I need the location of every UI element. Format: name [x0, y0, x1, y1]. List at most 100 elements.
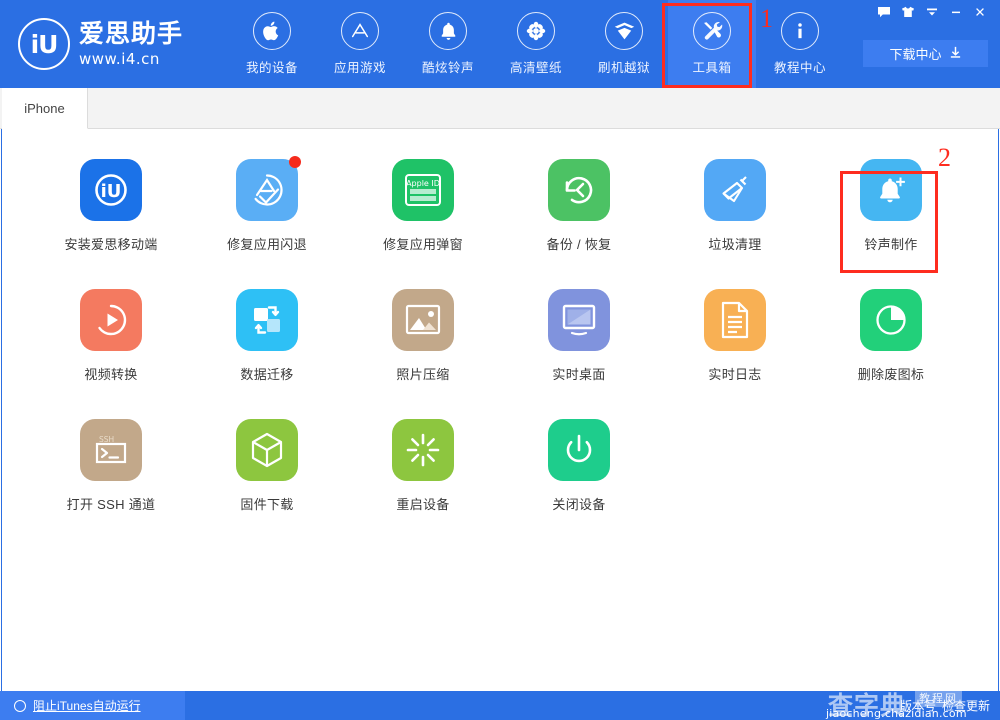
annotation-number-1: 1	[760, 4, 773, 33]
play-circle-icon	[80, 289, 142, 351]
nav-label: 酷炫铃声	[421, 61, 474, 75]
nav-item-apps-games[interactable]: 应用游戏	[316, 0, 404, 88]
nav-label: 教程中心	[773, 61, 826, 75]
close-icon[interactable]	[968, 2, 992, 22]
restart-icon	[392, 419, 454, 481]
window-controls	[872, 2, 992, 22]
tool-restart-device[interactable]: 重启设备	[345, 419, 501, 513]
appleid-icon: Apple ID	[392, 159, 454, 221]
svg-text:iU: iU	[101, 181, 122, 202]
notification-badge	[289, 156, 301, 168]
download-icon	[949, 46, 962, 62]
bell-plus-icon	[860, 159, 922, 221]
photo-icon	[392, 289, 454, 351]
broom-icon	[704, 159, 766, 221]
tool-label: 数据迁移	[240, 367, 294, 382]
tool-label: 实时桌面	[552, 367, 606, 382]
status-bar: 阻止iTunes自动运行 版本号 检查更新 查字典 教程网 jiaocheng.…	[0, 689, 1000, 720]
tool-label: 修复应用弹窗	[383, 237, 463, 252]
nav-item-wallpapers[interactable]: 高清壁纸	[492, 0, 580, 88]
tool-remove-broken-icons[interactable]: 删除废图标	[813, 289, 969, 383]
logo-text: 爱思助手 www.i4.cn	[79, 19, 184, 68]
version-label: 版本号	[899, 699, 936, 713]
migrate-icon	[236, 289, 298, 351]
menu-icon[interactable]	[920, 2, 944, 22]
tool-backup-restore[interactable]: 备份 / 恢复	[501, 159, 657, 253]
tool-video-convert[interactable]: 视频转换	[33, 289, 189, 383]
svg-text:Apple ID: Apple ID	[406, 179, 440, 188]
monitor-icon	[548, 289, 610, 351]
tool-label: 备份 / 恢复	[546, 237, 612, 252]
device-tabbar: iPhone	[0, 88, 1000, 129]
tool-fix-app-popup[interactable]: Apple ID 修复应用弹窗	[345, 159, 501, 253]
tool-label: 关闭设备	[552, 497, 606, 512]
feedback-icon[interactable]	[872, 2, 896, 22]
tool-label: 打开 SSH 通道	[66, 497, 156, 512]
nav-label: 应用游戏	[333, 61, 386, 75]
tool-fix-app-crash[interactable]: 修复应用闪退	[189, 156, 345, 253]
apple-icon	[253, 12, 291, 50]
toolbox-content: iU 安装爱思移动端 修复应用闪退 Apple ID 修复应用弹窗 备份 / 恢…	[1, 129, 999, 691]
tool-junk-cleanup[interactable]: 垃圾清理	[657, 159, 813, 253]
tool-label: 照片压缩	[396, 367, 450, 382]
nav-item-flash-jailbreak[interactable]: 刷机越狱	[580, 0, 668, 88]
nav-label: 刷机越狱	[597, 61, 650, 75]
ssh-terminal-icon: SSH	[80, 419, 142, 481]
app-header: iU 爱思助手 www.i4.cn 我的设备 应用游戏 酷炫铃声 高清壁纸 刷机…	[0, 0, 1000, 88]
cube-icon	[236, 419, 298, 481]
nav-item-toolbox[interactable]: 工具箱	[668, 0, 756, 88]
main-navigation: 我的设备 应用游戏 酷炫铃声 高清壁纸 刷机越狱 工具箱 教程中心	[228, 0, 844, 88]
tool-label: 垃圾清理	[708, 237, 762, 252]
watermark-brand: 查字典	[828, 691, 907, 720]
tool-grid: iU 安装爱思移动端 修复应用闪退 Apple ID 修复应用弹窗 备份 / 恢…	[2, 156, 1000, 513]
tool-data-migration[interactable]: 数据迁移	[189, 289, 345, 383]
annotation-number-2: 2	[938, 143, 951, 172]
tool-label: 实时日志	[708, 367, 762, 382]
tool-label: 修复应用闪退	[227, 237, 307, 252]
tool-label: 固件下载	[240, 497, 294, 512]
app-logo[interactable]: iU 爱思助手 www.i4.cn	[18, 18, 183, 70]
box-open-icon	[605, 12, 643, 50]
download-center-button[interactable]: 下载中心	[863, 40, 988, 67]
tool-firmware-download[interactable]: 固件下载	[189, 419, 345, 513]
pie-icon	[860, 289, 922, 351]
tools-icon	[693, 12, 731, 50]
tool-install-i4-mobile[interactable]: iU 安装爱思移动端	[33, 159, 189, 253]
logo-url: www.i4.cn	[79, 49, 160, 68]
tool-ringtone-maker[interactable]: 铃声制作	[813, 159, 969, 253]
tool-label: 铃声制作	[864, 237, 918, 252]
restore-icon	[548, 159, 610, 221]
flower-icon	[517, 12, 555, 50]
bell-icon	[429, 12, 467, 50]
version-area: 版本号 检查更新	[900, 691, 990, 720]
tool-photo-compress[interactable]: 照片压缩	[345, 289, 501, 383]
tool-label: 安装爱思移动端	[64, 237, 158, 252]
check-update-button[interactable]: 检查更新	[942, 697, 990, 714]
download-center-label: 下载中心	[889, 47, 942, 62]
tool-label: 视频转换	[84, 367, 138, 382]
logo-title: 爱思助手	[79, 19, 184, 48]
document-icon	[704, 289, 766, 351]
power-icon	[548, 419, 610, 481]
app-window: iU 爱思助手 www.i4.cn 我的设备 应用游戏 酷炫铃声 高清壁纸 刷机…	[0, 0, 1000, 720]
minimize-icon[interactable]	[944, 2, 968, 22]
block-itunes-label: 阻止iTunes自动运行	[33, 699, 141, 713]
info-icon	[781, 12, 819, 50]
nav-item-ringtones[interactable]: 酷炫铃声	[404, 0, 492, 88]
logo-mark-icon: iU	[18, 18, 70, 70]
tool-realtime-desktop[interactable]: 实时桌面	[501, 289, 657, 383]
i4-app-icon: iU	[80, 159, 142, 221]
tool-open-ssh-tunnel[interactable]: SSH 打开 SSH 通道	[33, 419, 189, 513]
nav-item-my-device[interactable]: 我的设备	[228, 0, 316, 88]
skin-icon[interactable]	[896, 2, 920, 22]
nav-label: 我的设备	[245, 61, 298, 75]
nav-label: 高清壁纸	[509, 61, 562, 75]
block-itunes-toggle[interactable]: 阻止iTunes自动运行	[0, 691, 185, 720]
tool-realtime-log[interactable]: 实时日志	[657, 289, 813, 383]
radio-icon	[14, 699, 26, 712]
nav-label: 工具箱	[692, 61, 732, 75]
appstore-fix-icon	[236, 156, 301, 221]
tool-shutdown-device[interactable]: 关闭设备	[501, 419, 657, 513]
tab-iphone[interactable]: iPhone	[2, 88, 88, 129]
tab-label: iPhone	[24, 100, 65, 116]
